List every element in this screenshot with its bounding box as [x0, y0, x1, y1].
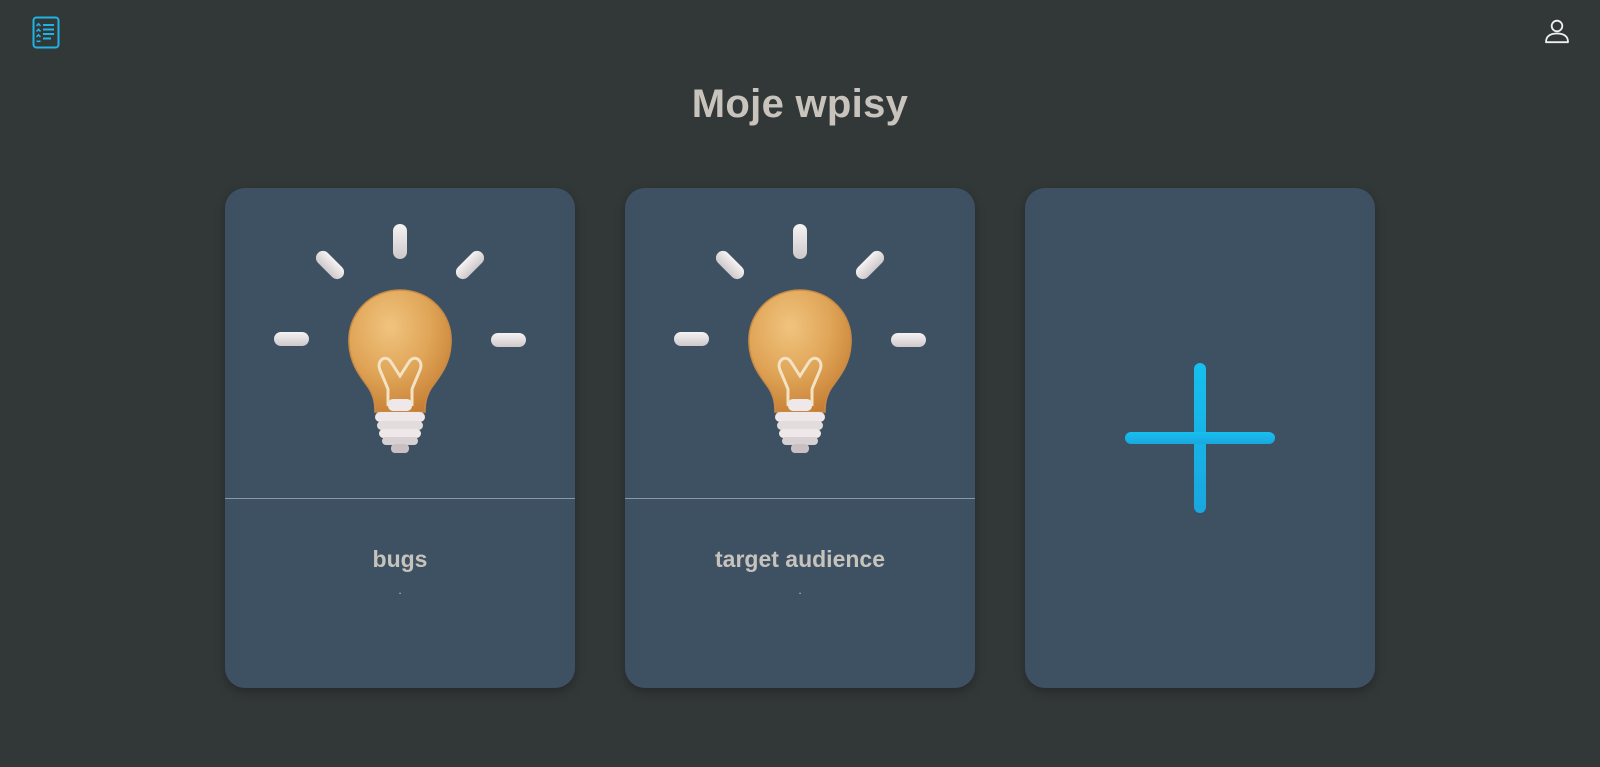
- lightbulb-icon: [674, 224, 926, 453]
- entry-description: .: [798, 583, 802, 597]
- entry-title: bugs: [372, 546, 428, 572]
- lightbulb-illustration: [625, 188, 975, 499]
- lightbulb-icon: [274, 224, 526, 453]
- plus-icon: [1125, 363, 1275, 513]
- add-entry-button[interactable]: [1025, 188, 1375, 688]
- entries-grid: bugs . target audience .: [225, 188, 1375, 688]
- notebook-list-icon[interactable]: [31, 16, 61, 49]
- page: Moje wpisy bugs . target audience .: [0, 0, 1600, 767]
- entry-card[interactable]: bugs .: [225, 188, 575, 688]
- user-profile-icon[interactable]: [1544, 18, 1570, 44]
- entry-title: target audience: [715, 546, 885, 572]
- entry-description: .: [398, 583, 402, 597]
- entry-card[interactable]: target audience .: [625, 188, 975, 688]
- page-title: Moje wpisy: [691, 82, 909, 126]
- lightbulb-illustration: [225, 188, 575, 499]
